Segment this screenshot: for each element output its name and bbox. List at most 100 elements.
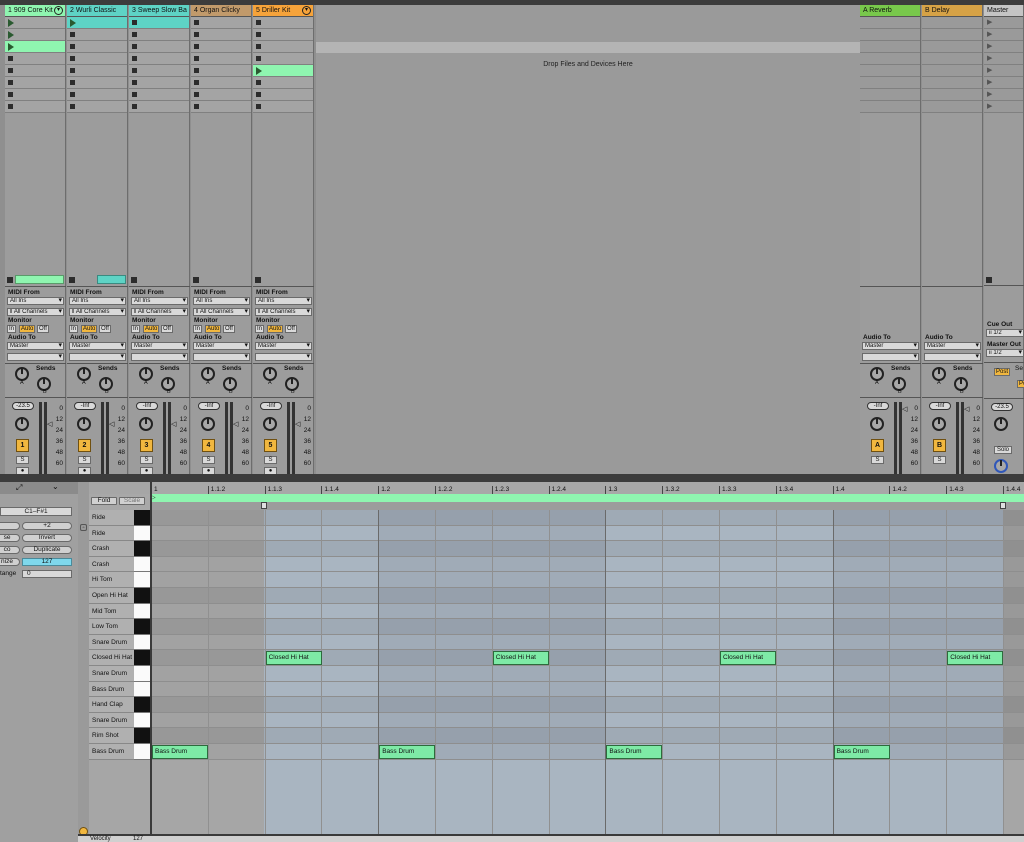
stop-icon[interactable] (8, 56, 13, 61)
grid-lower[interactable] (151, 760, 1024, 842)
volume-field[interactable]: -Inf (867, 402, 889, 410)
monitor-auto-button[interactable]: Auto (143, 325, 160, 333)
duplicate-button[interactable]: Duplicate (22, 546, 72, 554)
return-slot[interactable] (922, 101, 982, 113)
quantize-button[interactable]: nize (0, 558, 20, 566)
scene-launch-icon[interactable]: ▶ (987, 78, 992, 86)
scene-launch-icon[interactable]: ▶ (987, 66, 992, 74)
clip-slot[interactable] (5, 77, 65, 89)
track-activator-button[interactable]: 1 (16, 439, 29, 452)
clip-slot[interactable] (5, 41, 65, 53)
transpose-down-button[interactable] (0, 522, 20, 530)
preview-icon[interactable]: ▫ (80, 524, 87, 531)
legato-button[interactable]: co (0, 546, 20, 554)
piano-key-black[interactable] (134, 697, 150, 713)
solo-button[interactable]: S (202, 456, 215, 464)
track-header[interactable]: 3 Sweep Slow Ba (129, 5, 189, 17)
send-a-knob[interactable] (201, 367, 215, 381)
track-header[interactable]: 2 Wurli Classic (67, 5, 127, 17)
scene-launch-icon[interactable]: ▶ (987, 102, 992, 110)
monitor-auto-button[interactable]: Auto (267, 325, 284, 333)
velocity-lane[interactable]: Velocity 127 (78, 834, 1024, 842)
play-icon[interactable] (256, 67, 262, 75)
clip-slot[interactable] (191, 17, 251, 29)
clip-slot[interactable] (67, 101, 127, 113)
stop-icon[interactable] (70, 104, 75, 109)
pan-knob[interactable] (201, 417, 215, 431)
cue-out-select[interactable]: ii 1/2 (986, 329, 1024, 337)
drop-zone[interactable]: Drop Files and Devices Here (316, 5, 860, 475)
stop-icon[interactable] (194, 92, 199, 97)
audio-to-channel-select[interactable] (7, 353, 64, 361)
stop-icon[interactable] (132, 20, 137, 25)
midi-from-select[interactable]: All Ins (69, 297, 126, 305)
monitor-auto-button[interactable]: Auto (205, 325, 222, 333)
clip-slot[interactable] (5, 29, 65, 41)
midi-note[interactable]: Closed Hi Hat (265, 651, 322, 666)
scene-launch-icon[interactable]: ▶ (987, 90, 992, 98)
stop-icon[interactable] (194, 80, 199, 85)
stop-icon[interactable] (70, 56, 75, 61)
stop-clip-icon[interactable] (255, 277, 261, 283)
track-activator-button[interactable]: 5 (264, 439, 277, 452)
marker-lane[interactable] (151, 502, 1024, 510)
return-slot[interactable] (922, 65, 982, 77)
invert-button[interactable]: Invert (22, 534, 72, 542)
master-volume-field[interactable]: -23.5 (991, 403, 1013, 411)
pitch-range-field[interactable]: C1–F#1 (0, 507, 72, 516)
play-icon[interactable] (8, 43, 14, 51)
send-a-knob[interactable] (263, 367, 277, 381)
stop-icon[interactable] (256, 32, 261, 37)
audio-to-select[interactable]: Master (193, 342, 250, 350)
stop-icon[interactable] (8, 104, 13, 109)
loop-start-marker[interactable] (261, 502, 267, 509)
clip-slot[interactable] (5, 17, 65, 29)
clip-slot[interactable] (5, 101, 65, 113)
clip-slot[interactable] (129, 101, 189, 113)
clip-slot[interactable] (5, 53, 65, 65)
midi-channel-select[interactable]: ǁ All Channels (7, 308, 64, 316)
monitor-in-button[interactable]: In (7, 325, 17, 333)
master-cue-knob[interactable] (994, 459, 1008, 473)
midi-note[interactable]: Bass Drum (379, 745, 436, 759)
return-slot[interactable] (922, 29, 982, 41)
stop-icon[interactable] (132, 56, 137, 61)
track-activator-button[interactable]: 3 (140, 439, 153, 452)
master-out-select[interactable]: ii 1/2 (986, 349, 1024, 357)
stop-icon[interactable] (194, 20, 199, 25)
monitor-in-button[interactable]: In (193, 325, 203, 333)
scene-launch-icon[interactable]: ▶ (987, 18, 992, 26)
audio-to-select[interactable]: Master (255, 342, 312, 350)
stop-icon[interactable] (70, 92, 75, 97)
scene-slot[interactable]: ▶ (984, 17, 1023, 29)
clip-slot[interactable] (253, 77, 313, 89)
track-header[interactable]: 1 909 Core Kit ▾ (5, 5, 65, 17)
send-a-knob[interactable] (139, 367, 153, 381)
stop-icon[interactable] (70, 44, 75, 49)
master-stop-all-icon[interactable] (986, 277, 992, 283)
stop-icon[interactable] (132, 44, 137, 49)
piano-key-black[interactable] (134, 588, 150, 604)
return-activator-button[interactable]: B (933, 439, 946, 452)
stop-icon[interactable] (256, 92, 261, 97)
stop-icon[interactable] (70, 80, 75, 85)
clip-slot[interactable] (129, 29, 189, 41)
piano-key-black[interactable] (134, 541, 150, 557)
stop-icon[interactable] (132, 80, 137, 85)
clip-slot[interactable] (67, 77, 127, 89)
midi-from-select[interactable]: All Ins (193, 297, 250, 305)
return-slot[interactable] (922, 17, 982, 29)
clip-slot[interactable] (67, 41, 127, 53)
clip-slot[interactable] (191, 65, 251, 77)
audio-to-channel-select[interactable] (862, 353, 919, 361)
stop-icon[interactable] (194, 32, 199, 37)
solo-button[interactable]: S (933, 456, 946, 464)
reverse-button[interactable]: se (0, 534, 20, 542)
clip-slot[interactable] (129, 65, 189, 77)
velocity-field[interactable]: 127 (22, 558, 72, 566)
stop-icon[interactable] (194, 44, 199, 49)
midi-from-select[interactable]: All Ins (255, 297, 312, 305)
audio-to-channel-select[interactable] (69, 353, 126, 361)
monitor-off-button[interactable]: Off (161, 325, 173, 333)
clip-slot[interactable] (129, 53, 189, 65)
